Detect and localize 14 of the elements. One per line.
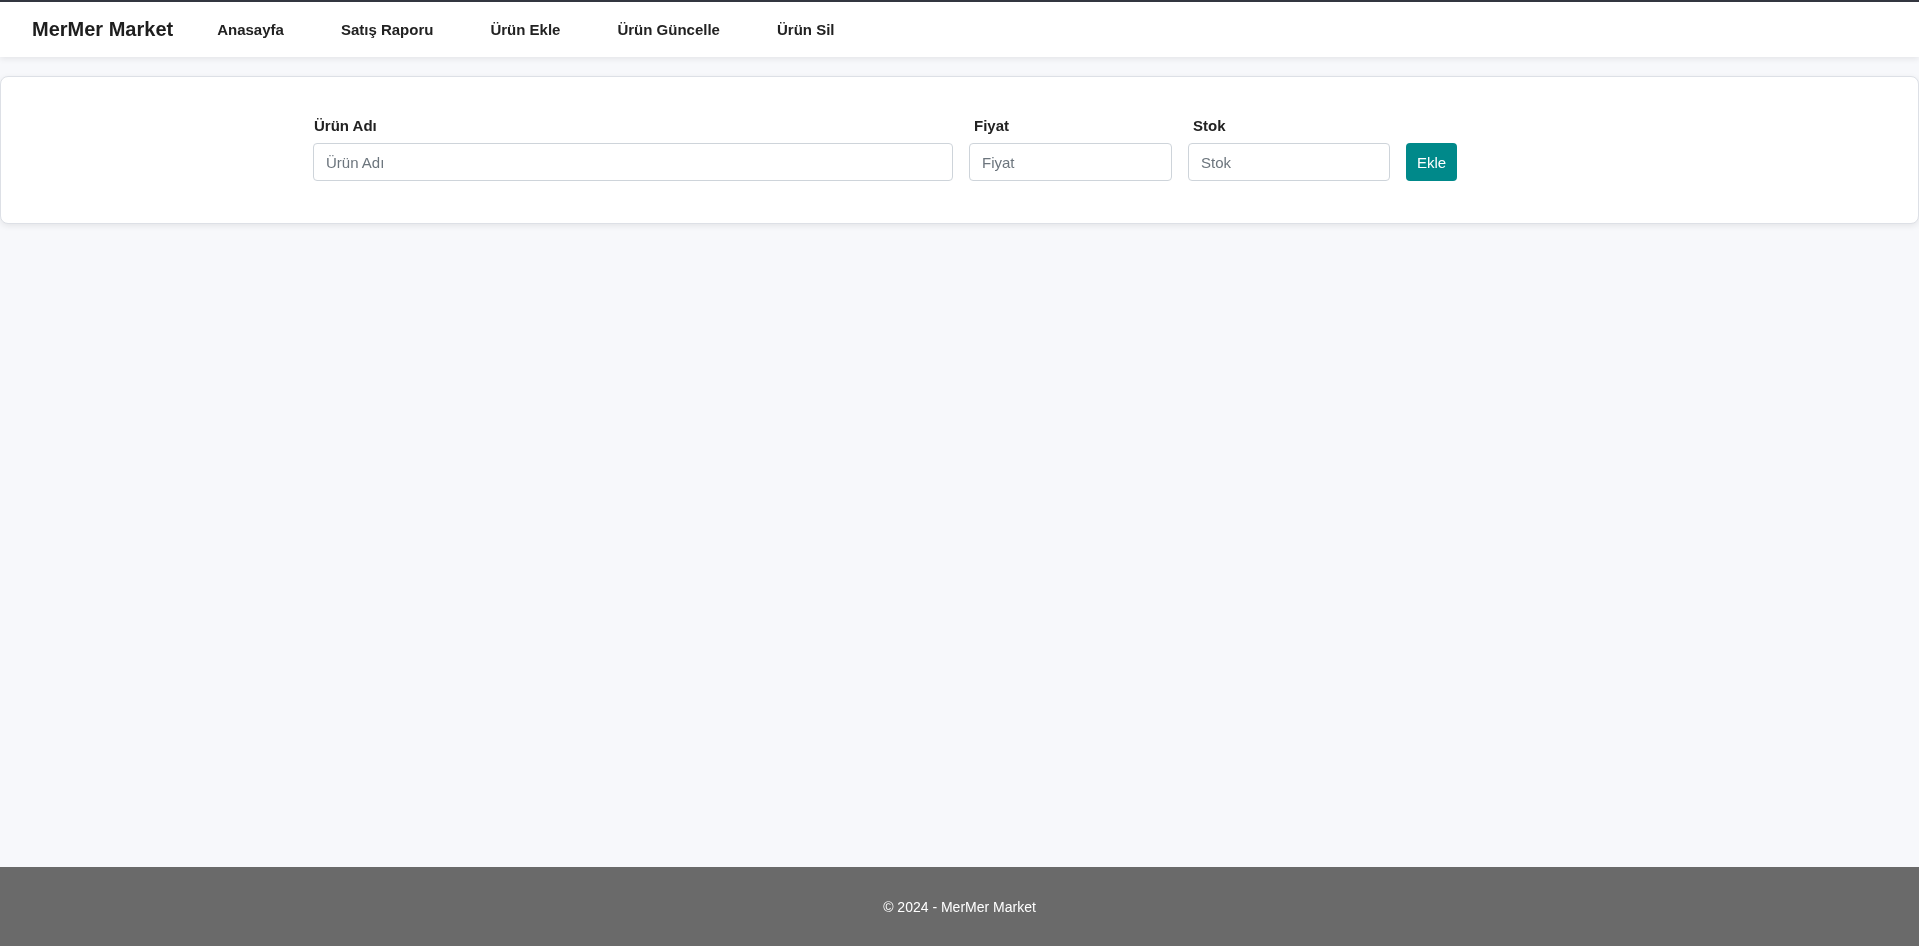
nav-link[interactable]: Anasayfa: [217, 21, 284, 38]
nav-link[interactable]: Ürün Güncelle: [617, 21, 720, 38]
input-field[interactable]: Stok: [1188, 143, 1390, 181]
field-label: Stok: [1192, 117, 1227, 134]
input-field[interactable]: Fiyat: [969, 143, 1172, 181]
brand-link[interactable]: MerMer Market: [32, 18, 174, 41]
input-field[interactable]: Ürün Adı: [313, 143, 953, 181]
field-label: Fiyat: [973, 117, 1010, 134]
field-label: Ürün Adı: [313, 117, 378, 134]
nav-link[interactable]: Ürün Sil: [776, 21, 835, 38]
add-button[interactable]: Ekle: [1406, 143, 1458, 181]
nav-link[interactable]: Ürün Ekle: [490, 21, 561, 38]
nav-link[interactable]: Satış Raporu: [340, 21, 434, 38]
footer-text: © 2024 - MerMer Market: [883, 898, 1036, 915]
